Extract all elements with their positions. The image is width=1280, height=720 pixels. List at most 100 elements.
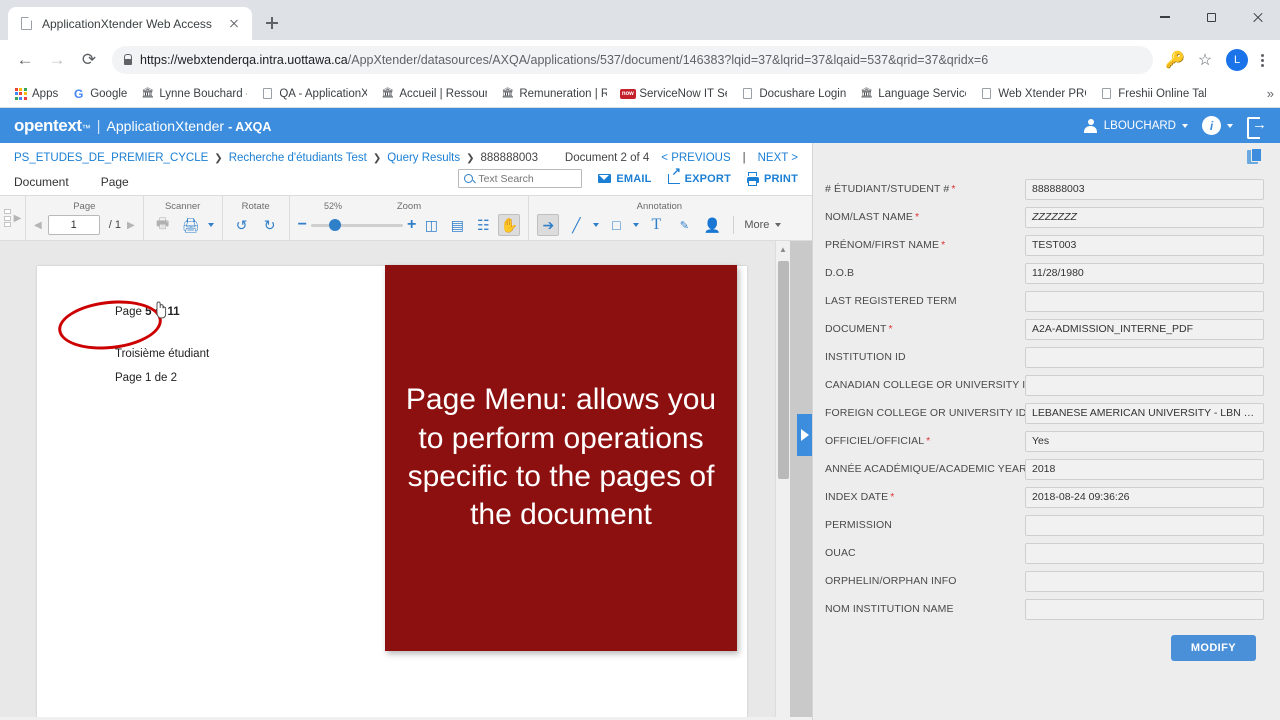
- line-icon[interactable]: ╱: [565, 214, 587, 236]
- field-value[interactable]: [1025, 290, 1264, 312]
- bookmark-docushare-login[interactable]: Docushare Login: [735, 84, 852, 103]
- previous-page-icon[interactable]: ◀: [34, 220, 42, 231]
- export-button[interactable]: EXPORT: [667, 167, 731, 185]
- field-value[interactable]: 888888003: [1025, 178, 1264, 200]
- back-button[interactable]: ←: [10, 45, 40, 75]
- bookmark-web-xtender-prod[interactable]: Web Xtender PROD: [974, 84, 1092, 103]
- bookmark-servicenow[interactable]: now ServiceNow IT Servic: [615, 84, 733, 103]
- minimize-button[interactable]: [1142, 0, 1188, 34]
- field-value[interactable]: ZZZZZZZ: [1025, 206, 1264, 228]
- field-value[interactable]: [1025, 514, 1264, 536]
- bookmarks-overflow-icon[interactable]: »: [1267, 86, 1274, 101]
- toolbar-group-scanner: Scanner 🖶 🖨: [144, 196, 223, 240]
- rotate-right-icon[interactable]: ↻: [259, 214, 281, 236]
- print-button[interactable]: PRINT: [747, 172, 798, 186]
- field-value[interactable]: 2018: [1025, 458, 1264, 480]
- page-line-1: Page 5 of 11: [115, 306, 180, 318]
- browser-tab[interactable]: ApplicationXtender Web Access: [8, 7, 252, 40]
- breadcrumb-item-results[interactable]: Query Results: [387, 152, 460, 164]
- kebab-menu-icon[interactable]: [1255, 53, 1270, 67]
- field-value[interactable]: [1025, 346, 1264, 368]
- toolbar-group-rotate: Rotate ↺ ↻: [223, 196, 290, 240]
- field-value[interactable]: 2018-08-24 09:36:26: [1025, 486, 1264, 508]
- fit-width-icon[interactable]: ◫: [420, 214, 442, 236]
- info-menu[interactable]: i: [1202, 116, 1233, 135]
- field-value[interactable]: [1025, 542, 1264, 564]
- bookmark-google[interactable]: G Google: [66, 84, 133, 103]
- bookmark-freshii-online-takeout[interactable]: Freshii Online Takeou: [1094, 84, 1212, 103]
- scrollbar-thumb[interactable]: [778, 261, 789, 479]
- field-value[interactable]: A2A-ADMISSION_INTERNE_PDF: [1025, 318, 1264, 340]
- new-tab-button[interactable]: [258, 9, 286, 37]
- rotate-left-icon[interactable]: ↺: [231, 214, 253, 236]
- next-document-link[interactable]: NEXT >: [758, 152, 798, 164]
- modify-button[interactable]: MODIFY: [1170, 635, 1256, 661]
- thumbnail-panel-toggle[interactable]: ▶: [0, 196, 26, 240]
- search-input[interactable]: [478, 172, 577, 185]
- field-value[interactable]: TEST003: [1025, 234, 1264, 256]
- zoom-in-button[interactable]: +: [407, 216, 416, 234]
- profile-avatar[interactable]: L: [1226, 49, 1248, 71]
- chevron-down-icon[interactable]: [633, 223, 640, 227]
- bookmark-apps[interactable]: Apps: [8, 84, 64, 103]
- previous-document-link[interactable]: < PREVIOUS: [661, 152, 730, 164]
- field-value[interactable]: [1025, 598, 1264, 620]
- star-icon[interactable]: ☆: [1191, 46, 1219, 74]
- field-value[interactable]: Yes: [1025, 430, 1264, 452]
- bookmark-qa-applicationxtender[interactable]: QA - ApplicationXten: [255, 84, 373, 103]
- email-button[interactable]: EMAIL: [598, 173, 651, 185]
- required-marker: *: [890, 491, 895, 503]
- breadcrumb-item-query[interactable]: Recherche d'étudiants Test: [229, 152, 367, 164]
- scroll-up-icon[interactable]: ▲: [779, 245, 787, 254]
- text-search-box[interactable]: [458, 169, 583, 188]
- reload-button[interactable]: ⟳: [74, 45, 104, 75]
- address-bar[interactable]: https://webxtenderqa.intra.uottawa.ca/Ap…: [112, 46, 1153, 74]
- menu-document[interactable]: Document: [14, 175, 69, 189]
- bookmark-accueil-ressources[interactable]: 🏛 Accueil | Ressources: [375, 84, 493, 103]
- chevron-down-icon[interactable]: [207, 223, 214, 227]
- field-label: NOM INSTITUTION NAME: [825, 603, 954, 615]
- tab-close-icon[interactable]: [226, 16, 242, 32]
- index-pane-toolbar: [813, 143, 1280, 167]
- bookmark-lynne-bouchard[interactable]: 🏛 Lynne Bouchard - Co: [135, 84, 253, 103]
- key-icon[interactable]: 🔑: [1161, 46, 1189, 74]
- pan-hand-icon[interactable]: ✋: [498, 214, 521, 236]
- rectangle-icon[interactable]: □: [605, 214, 627, 236]
- chevron-down-icon[interactable]: [593, 223, 600, 227]
- logout-icon[interactable]: [1247, 115, 1267, 139]
- bookmark-language-services[interactable]: 🏛 Language Services | L: [854, 84, 972, 103]
- scan-icon[interactable]: 🖶: [152, 214, 174, 236]
- zoom-out-button[interactable]: −: [298, 216, 307, 234]
- viewer-vertical-scrollbar[interactable]: ▲ ▼: [775, 241, 790, 720]
- stamp-icon[interactable]: 👤: [701, 214, 723, 236]
- redaction-icon[interactable]: ✎: [673, 214, 695, 236]
- chevron-down-icon[interactable]: [775, 223, 782, 227]
- menu-page[interactable]: Page: [101, 175, 129, 189]
- text-icon[interactable]: T: [645, 214, 667, 236]
- viewer-gutter: [790, 241, 812, 720]
- zoom-slider[interactable]: 52%: [310, 201, 403, 236]
- field-row: PRÉNOM/FIRST NAME * TEST003: [825, 231, 1264, 259]
- index-panel-expander[interactable]: [797, 414, 812, 456]
- fit-page-icon[interactable]: ☷: [472, 214, 494, 236]
- fit-height-icon[interactable]: ▤: [446, 214, 468, 236]
- breadcrumb-item-datasource[interactable]: PS_ETUDES_DE_PREMIER_CYCLE: [14, 152, 208, 164]
- field-value[interactable]: LEBANESE AMERICAN UNIVERSITY - LBN - BYB: [1025, 402, 1264, 424]
- field-value[interactable]: 11/28/1980: [1025, 262, 1264, 284]
- user-menu[interactable]: LBOUCHARD: [1084, 118, 1188, 133]
- more-annotations-label[interactable]: More: [744, 219, 769, 231]
- bookmark-label: Lynne Bouchard - Co: [159, 87, 247, 100]
- zoom-slider-knob[interactable]: [328, 219, 341, 231]
- scanner-settings-icon[interactable]: 🖨: [180, 214, 202, 236]
- copy-documents-icon[interactable]: [1247, 148, 1264, 166]
- toolbar-group-zoom: Zoom − 52% + ◫ ▤ ☷ ✋: [290, 196, 530, 240]
- forward-button[interactable]: →: [42, 45, 72, 75]
- window-close-button[interactable]: [1234, 0, 1280, 34]
- maximize-button[interactable]: [1188, 0, 1234, 34]
- field-value[interactable]: [1025, 374, 1264, 396]
- field-value[interactable]: [1025, 570, 1264, 592]
- next-page-icon[interactable]: ▶: [127, 220, 135, 231]
- page-number-input[interactable]: 1: [47, 215, 100, 235]
- bookmark-remuneration[interactable]: 🏛 Remuneration | Ress: [495, 84, 613, 103]
- select-pointer-icon[interactable]: ➔: [537, 214, 560, 236]
